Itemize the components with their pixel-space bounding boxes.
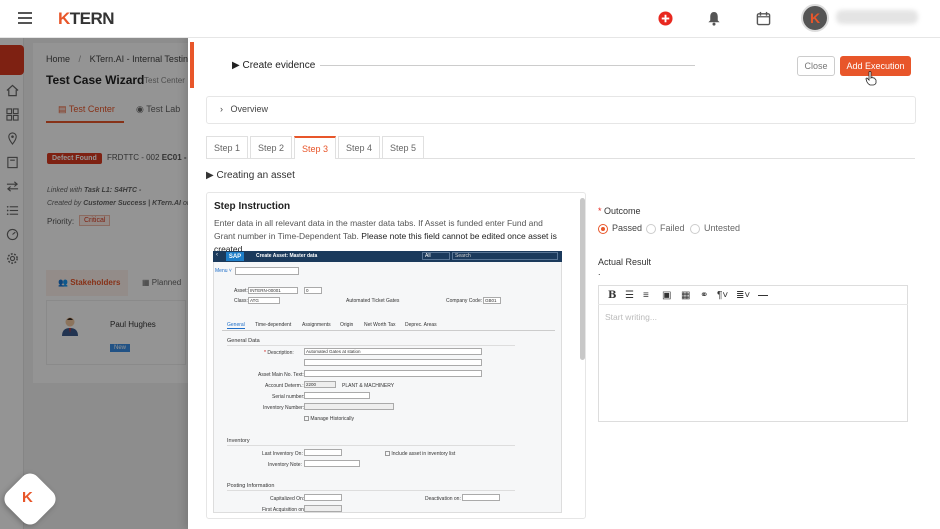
tab-step-3[interactable]: Step 3	[294, 136, 336, 159]
sap-asset-sub: 0	[304, 287, 322, 294]
menu-icon[interactable]	[18, 12, 32, 24]
sap-class-desc: Automated Ticket Gates	[346, 298, 400, 304]
sap-tab-origin: Origin	[340, 322, 354, 328]
outcome-failed-label[interactable]: Failed	[660, 223, 685, 233]
tab-step-1[interactable]: Step 1	[206, 136, 248, 158]
sap-description-2	[304, 359, 482, 366]
sap-last-inventory-field	[304, 449, 342, 456]
tab-step-4[interactable]: Step 4	[338, 136, 380, 158]
bold-icon[interactable]: B	[608, 290, 616, 301]
sap-tab-general: General	[227, 322, 245, 329]
sap-section-divider	[227, 345, 515, 346]
sap-main-text-label: Asset Main No. Text:	[258, 372, 304, 378]
actual-result-dot: .	[598, 267, 601, 277]
user-name[interactable]	[836, 10, 918, 24]
sap-title: Create Asset: Master data	[256, 253, 318, 259]
outcome-passed-radio[interactable]	[598, 224, 608, 234]
sap-logo: SAP	[226, 252, 244, 261]
panel-accent-bar	[190, 42, 194, 88]
tab-step-5[interactable]: Step 5	[382, 136, 424, 158]
sap-first-acq-label: First Acquisition on:	[262, 507, 306, 513]
sap-tab-divider	[222, 330, 555, 331]
sap-deactivation-label: Deactivation on:	[425, 496, 461, 502]
table-icon[interactable]: ▦	[681, 290, 690, 301]
user-avatar[interactable]: K	[801, 4, 829, 32]
image-icon[interactable]: ▣	[662, 290, 671, 301]
link-icon[interactable]: ⚭	[700, 290, 708, 301]
actual-result-label: Actual Result	[598, 257, 652, 267]
outcome-label: * Outcome	[598, 206, 641, 216]
sap-capitalized-field	[304, 494, 342, 501]
sap-capitalized-label: Capitalized On:	[270, 496, 305, 502]
sap-inventory-number-label: Inventory Number:	[263, 405, 305, 411]
sap-tab-time-dependent: Time-dependent	[255, 322, 292, 328]
sap-account-value: 2200	[304, 381, 336, 388]
sap-deactivation-field	[462, 494, 500, 501]
actual-result-editor[interactable]	[598, 285, 908, 422]
sap-last-inventory-label: Last Inventory On:	[262, 451, 303, 457]
hand-cursor-icon	[865, 71, 877, 86]
sap-manage-hist: Manage Historically	[304, 416, 354, 422]
sap-section-general: General Data	[227, 338, 260, 344]
close-button[interactable]: Close	[797, 56, 835, 76]
editor-placeholder: Start writing...	[605, 312, 657, 322]
sap-class-label: Class:	[234, 298, 248, 304]
overview-card[interactable]	[206, 96, 916, 124]
sap-account-desc: PLANT & MACHINERY	[342, 383, 395, 389]
sap-account-label: Account Determ.:	[265, 383, 304, 389]
sap-first-acq-field	[304, 505, 342, 512]
instruction-heading: Step Instruction	[214, 201, 291, 212]
add-circle-icon[interactable]	[656, 9, 674, 27]
sap-menu: Menu ˅	[215, 268, 232, 274]
outcome-untested-label[interactable]: Untested	[704, 223, 740, 233]
create-evidence-toggle[interactable]: ▶ Create evidence	[232, 60, 315, 71]
ktern-logo[interactable]: KTERN	[58, 9, 115, 29]
top-bar: KTERN K	[0, 0, 940, 38]
sap-inventory-note-label: Inventory Note:	[268, 462, 302, 468]
ktern-fab-icon: K	[22, 489, 33, 506]
sap-section-inventory: Inventory	[227, 438, 250, 444]
outcome-untested-radio[interactable]	[690, 224, 700, 234]
sap-company-value: GB01	[483, 297, 501, 304]
sap-description-label: * Description:	[264, 350, 294, 356]
sap-search: Search	[452, 252, 558, 260]
tab-step-2[interactable]: Step 2	[250, 136, 292, 158]
sap-inventory-note-field	[304, 460, 360, 467]
instruction-scrollbar[interactable]	[580, 198, 585, 360]
sap-include-inventory: Include asset in inventory list	[385, 451, 455, 457]
horizontal-rule-icon[interactable]: —	[758, 290, 768, 301]
sap-description-value: Automated Gates at station	[304, 348, 482, 355]
calendar-icon[interactable]	[754, 9, 772, 27]
overview-toggle[interactable]: › Overview	[220, 104, 268, 114]
sap-class-value: ATG	[248, 297, 280, 304]
sap-scope-dropdown: All	[422, 252, 450, 260]
sap-tab-net-worth: Net Worth Tax	[364, 322, 396, 328]
sap-section-posting: Posting Information	[227, 483, 275, 489]
sap-tab-deprec: Deprec. Areas	[405, 322, 437, 328]
bullet-list-icon[interactable]: ☰	[625, 290, 634, 301]
sap-inventory-number-field	[304, 403, 394, 410]
sap-inventory-divider	[227, 445, 515, 446]
bell-icon[interactable]	[705, 9, 723, 27]
sap-serial-label: Serial number:	[272, 394, 305, 400]
sap-company-label: Company Code:	[446, 298, 483, 304]
evidence-divider	[320, 65, 695, 66]
sap-asset-value: INTERN-00001	[248, 287, 298, 294]
numbered-list-icon[interactable]: ≡	[643, 290, 649, 301]
step-title-toggle[interactable]: ▶ Creating an asset	[206, 170, 295, 181]
sap-serial-field	[304, 392, 370, 399]
outcome-failed-radio[interactable]	[646, 224, 656, 234]
paragraph-icon[interactable]: ¶˅	[717, 290, 728, 301]
sap-tab-assignments: Assignments	[302, 322, 331, 328]
modal-backdrop[interactable]	[0, 38, 188, 529]
sap-back-icon: ‹	[216, 252, 218, 258]
outcome-passed-label[interactable]: Passed	[612, 223, 642, 233]
sap-asset-label: Asset:	[234, 288, 248, 294]
sap-main-text-field	[304, 370, 482, 377]
sap-posting-divider	[227, 490, 515, 491]
sap-menu-dropdown	[235, 267, 299, 275]
align-icon[interactable]: ≣˅	[736, 290, 750, 301]
